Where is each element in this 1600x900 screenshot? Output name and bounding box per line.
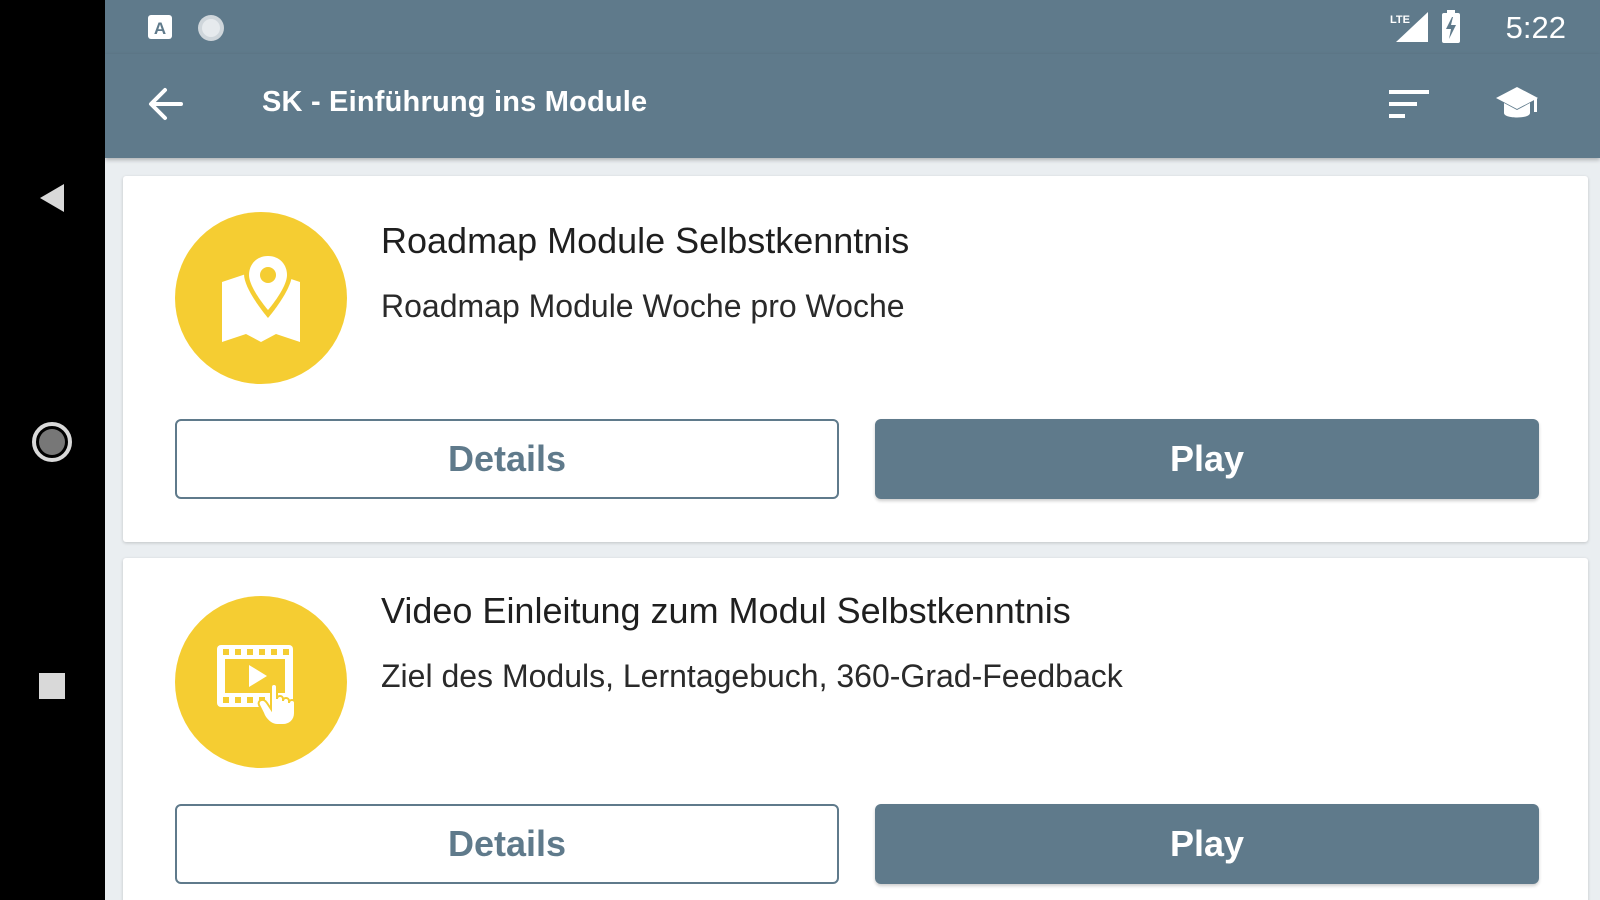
play-button[interactable]: Play	[875, 804, 1539, 884]
map-pin-icon	[175, 212, 347, 384]
notification-dot-icon	[196, 14, 226, 49]
system-navigation-bar	[0, 0, 105, 900]
battery-charging-icon	[1441, 10, 1461, 49]
signal-icon: LTE	[1388, 10, 1432, 49]
app-screen: A LTE 5:22 SK - Einführung ins Module Ro…	[105, 0, 1600, 900]
graduation-cap-icon[interactable]	[1491, 78, 1543, 130]
card-subtitle: Roadmap Module Woche pro Woche	[381, 288, 905, 324]
recents-nav-icon[interactable]	[24, 658, 80, 714]
module-card: Roadmap Module Selbstkenntnis Roadmap Mo…	[123, 176, 1588, 542]
svg-text:A: A	[154, 19, 166, 38]
module-card: Video Einleitung zum Modul Selbstkenntni…	[123, 558, 1588, 900]
play-button[interactable]: Play	[875, 419, 1539, 499]
back-arrow-icon[interactable]	[141, 80, 189, 128]
card-title: Video Einleitung zum Modul Selbstkenntni…	[381, 590, 1071, 631]
notification-a-icon: A	[147, 14, 173, 45]
card-title: Roadmap Module Selbstkenntnis	[381, 220, 910, 261]
network-type-label: LTE	[1390, 14, 1410, 26]
home-nav-icon[interactable]	[24, 414, 80, 470]
status-bar: A LTE 5:22	[105, 0, 1600, 54]
back-nav-icon[interactable]	[24, 170, 80, 226]
details-button[interactable]: Details	[175, 419, 839, 499]
card-subtitle: Ziel des Moduls, Lerntagebuch, 360-Grad-…	[381, 658, 1123, 694]
video-touch-icon	[175, 596, 347, 768]
sort-icon[interactable]	[1385, 80, 1433, 128]
app-bar: SK - Einführung ins Module	[105, 54, 1600, 158]
page-title: SK - Einführung ins Module	[262, 86, 648, 118]
clock: 5:22	[1505, 10, 1566, 45]
details-button[interactable]: Details	[175, 804, 839, 884]
